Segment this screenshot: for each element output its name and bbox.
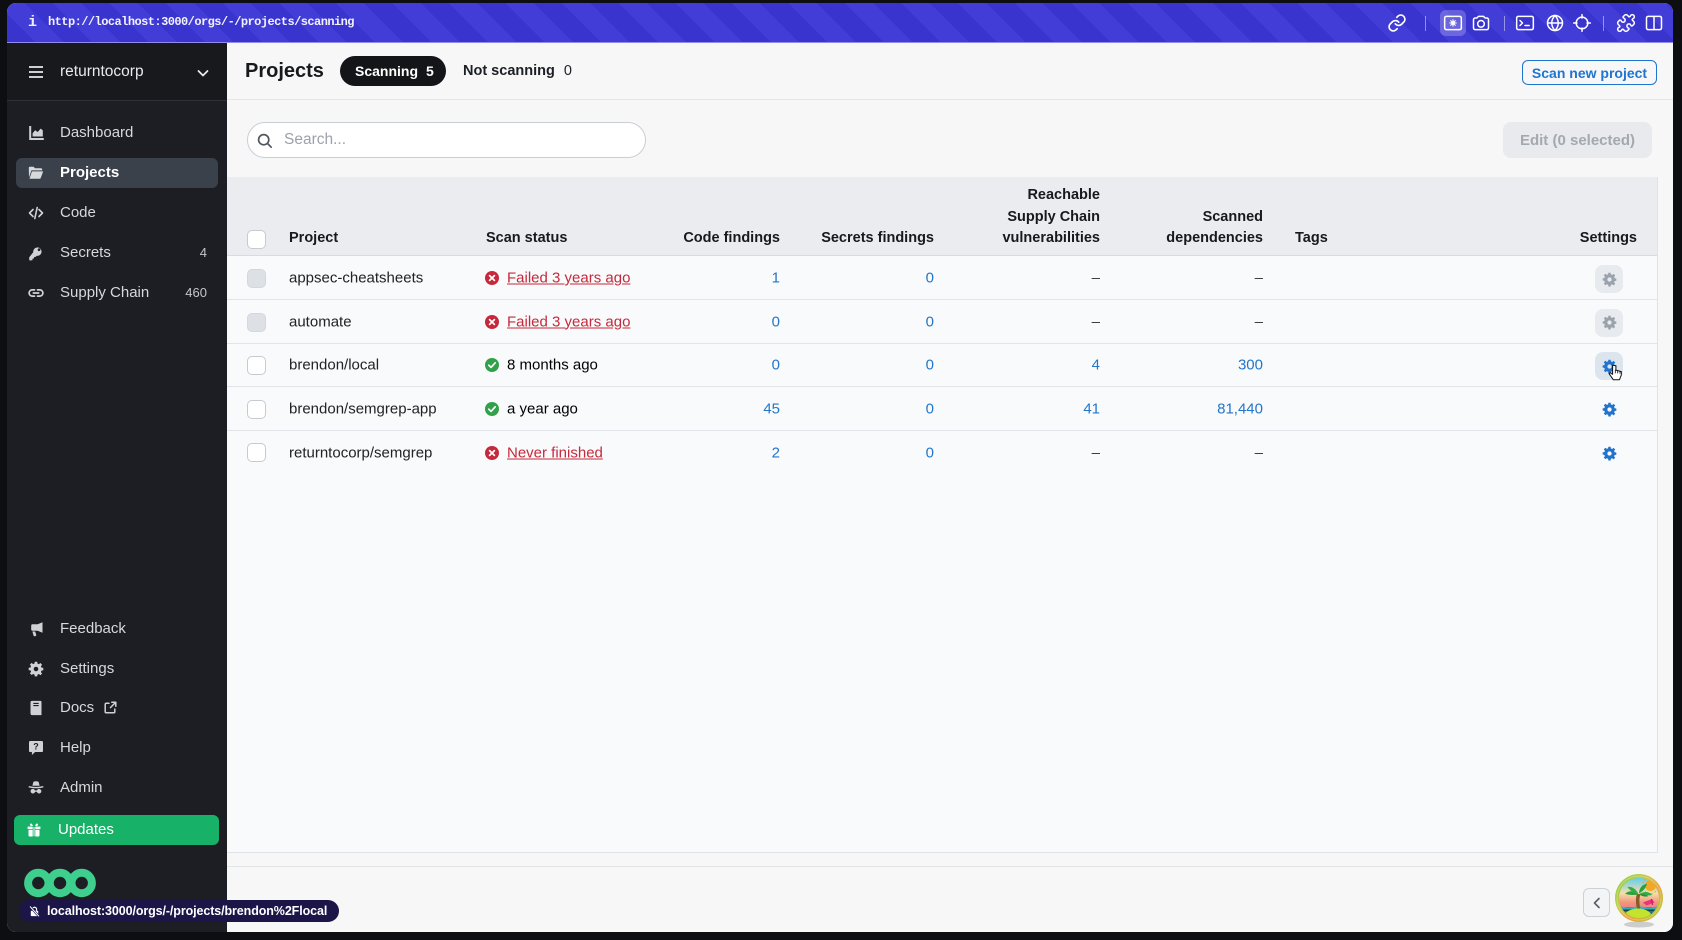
svg-text:?: ? bbox=[33, 742, 39, 752]
